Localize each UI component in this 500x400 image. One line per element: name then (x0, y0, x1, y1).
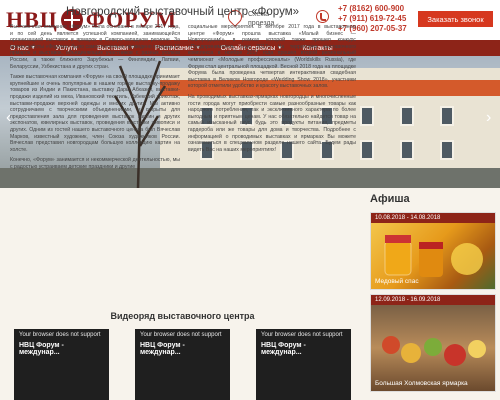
event-image: Большая Холмовская ярмарка (371, 305, 495, 391)
text-column-right: социальные мероприятия. В октябре 2017 г… (188, 24, 356, 157)
video-section-title: Видеоряд выставочного центра (110, 311, 255, 321)
event-dates: 10.08.2018 - 14.08.2018 (371, 213, 495, 223)
building-window (440, 140, 454, 160)
paragraph: Выставочная компания «Форум» была основа… (10, 24, 180, 70)
building-window (360, 106, 374, 126)
video-title[interactable]: НВЦ Форум - междунар... (14, 342, 109, 356)
paragraph: Также выставочная компания «Форум» на св… (10, 74, 180, 153)
video-player[interactable]: Your browser does not support НВЦ Форум … (135, 329, 230, 400)
video-message: Your browser does not support (261, 332, 343, 338)
sidebar-title: Афиша (370, 193, 410, 205)
video-player[interactable]: Your browser does not support НВЦ Форум … (14, 329, 109, 400)
building-window (400, 106, 414, 126)
paragraph: На проводимых выставках-ярмарках новгоро… (188, 93, 356, 153)
paragraph: социальные мероприятия. В октябре 2017 г… (188, 24, 356, 90)
building-window (400, 140, 414, 160)
building-window (440, 106, 454, 126)
page-title: Новгородский выставочный центр «Форум» (65, 6, 299, 18)
video-title[interactable]: НВЦ Форум - междунар... (135, 342, 230, 356)
event-caption: Большая Холмовская ярмарка (375, 380, 468, 387)
event-image: Медовый спас (371, 223, 495, 289)
chevron-right-icon[interactable]: › (486, 110, 491, 126)
event-caption: Медовый спас (375, 278, 419, 285)
event-dates: 12.09.2018 - 16.09.2018 (371, 295, 495, 305)
paragraph: Конечно, «Форум» занимается и некоммерче… (10, 157, 180, 170)
video-message: Your browser does not support (19, 332, 101, 338)
callback-button[interactable]: Заказать звонок (418, 11, 493, 27)
video-message: Your browser does not support (140, 332, 222, 338)
event-card[interactable]: 10.08.2018 - 14.08.2018 Медовый спас (370, 212, 496, 290)
event-card[interactable]: 12.09.2018 - 16.09.2018 Большая Холмовск… (370, 294, 496, 392)
video-title[interactable]: НВЦ Форум - междунар... (256, 342, 351, 356)
fair-goods-image (382, 336, 486, 366)
video-player[interactable]: Your browser does not support НВЦ Форум … (256, 329, 351, 400)
text-column-left: Выставочная компания «Форум» была основа… (10, 24, 180, 174)
building-window (360, 140, 374, 160)
